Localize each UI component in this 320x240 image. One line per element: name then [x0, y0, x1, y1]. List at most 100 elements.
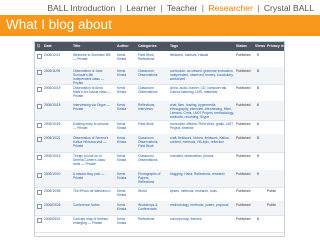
nav-separator: |	[160, 3, 163, 13]
row-status: Published	[236, 103, 251, 107]
row-checkbox[interactable]	[37, 123, 42, 128]
row-status: Published	[236, 203, 251, 207]
row-date: 2006/10/19	[44, 86, 61, 90]
row-author-link[interactable]: Kensi Kinsta	[117, 103, 133, 111]
table-row: 2006/10/25 Existing entry to schools — Pr…	[35, 120, 284, 135]
row-title-link[interactable]: Conference Notes	[73, 203, 112, 207]
row-views[interactable]: 8	[257, 217, 263, 221]
row-checkbox[interactable]	[37, 104, 42, 109]
row-status: Published	[236, 122, 251, 126]
row-date: 2006/12/21	[44, 53, 61, 57]
header-checkbox[interactable]: ☐	[37, 42, 40, 51]
row-views[interactable]: 8	[257, 86, 263, 90]
row-author-link[interactable]: Kensi Kinsta	[117, 172, 133, 180]
row-tags[interactable]: chat, files, hosting, hypermedia ethnogr…	[170, 103, 234, 119]
row-checkbox[interactable]	[37, 87, 42, 92]
row-views[interactable]: 8	[257, 69, 263, 73]
row-categories[interactable]: Classroom Observations	[138, 86, 165, 94]
table-row: 2006/10/19 Observation of Anna Mark's 3rd…	[35, 84, 284, 102]
row-checkbox[interactable]	[37, 54, 42, 59]
row-checkbox[interactable]	[37, 155, 42, 160]
posts-table: ☐ Date Title Author Categories Tags Stat…	[34, 41, 285, 237]
row-checkbox[interactable]	[37, 70, 42, 75]
row-status: Published	[236, 86, 251, 90]
row-privacy-level: Public	[267, 203, 276, 207]
row-tags[interactable]: Anna, audio, barrier, CD, computer lab, …	[170, 86, 234, 94]
row-author-link[interactable]: Kensi Kinsta	[117, 154, 133, 162]
row-checkbox[interactable]	[37, 218, 42, 223]
row-title-link[interactable]: The iPhoto de Washed-ru	[73, 189, 112, 193]
column-views[interactable]: Views	[255, 42, 265, 51]
row-status: Published	[236, 136, 251, 140]
row-title-link[interactable]: Things to look for in Serena Cohen's cla…	[73, 154, 112, 166]
row-categories[interactable]: Field Work, Reflections	[138, 53, 165, 61]
row-categories[interactable]: Field Work	[138, 122, 165, 126]
table-row: 2006/10/10 A mauka blog post — Private Ken…	[35, 170, 284, 188]
row-views[interactable]: 9	[257, 154, 263, 158]
nav-item-teacher[interactable]: Teacher	[167, 3, 198, 13]
row-author-link[interactable]: Kensi Kinsta	[117, 217, 133, 225]
row-author-link[interactable]: Kensi Kinsta	[117, 203, 133, 211]
row-title-link[interactable]: Observation of Serena's Kailua Hikouwa v…	[73, 136, 112, 148]
column-author[interactable]: Author	[117, 42, 129, 51]
table-row: 2006/09/26 Conference Notes Kensi Kinsta Wo…	[35, 201, 284, 216]
table-row: 2006/11/09 Observation of Jane Sunrade's …	[35, 67, 284, 85]
column-tags[interactable]: Tags	[170, 42, 178, 51]
row-tags[interactable]: methodology, methods, poster, proposal	[170, 203, 234, 207]
nav-item-researcher[interactable]: Researcher	[208, 3, 252, 13]
row-checkbox[interactable]	[37, 204, 42, 209]
column-title[interactable]: Title	[73, 42, 80, 51]
row-tags[interactable]: fieldwork, tutorials, Hawaii	[170, 53, 234, 57]
row-tags[interactable]: concept map, themes	[170, 217, 234, 221]
row-views[interactable]: 9	[257, 172, 263, 176]
row-author-link[interactable]: Kensi Kinsta	[117, 53, 133, 61]
row-author-link[interactable]: Kensi Kinsta	[117, 189, 133, 197]
row-categories[interactable]: Classroom Observations, Field Work	[138, 136, 165, 148]
row-categories[interactable]: Reflections, Interviews	[138, 103, 165, 111]
nav-item-intro[interactable]: BALL Introduction	[47, 3, 115, 13]
row-checkbox[interactable]	[37, 137, 42, 142]
row-title-link[interactable]: Observation of Jane Sunrade's 6th Indepe…	[73, 69, 112, 84]
row-checkbox[interactable]	[37, 190, 42, 195]
row-tags[interactable]: craft, fieldwork, Nohea, fieldwork, Kail…	[170, 136, 234, 144]
table-row: 2006/10/19 Things to look for in Serena C…	[35, 152, 284, 171]
row-title-link[interactable]: Concept map of themes emerging — Private	[73, 217, 112, 225]
row-categories[interactable]: Workshops & Conferences	[138, 203, 165, 211]
row-tags[interactable]: checklist, observation, photos	[170, 154, 234, 158]
row-title-link[interactable]: A mauka blog post — Private	[73, 172, 112, 180]
row-views[interactable]: 8	[257, 136, 263, 140]
row-checkbox[interactable]	[37, 173, 42, 178]
row-categories[interactable]: Reflections	[138, 217, 165, 221]
row-categories[interactable]: World	[138, 189, 165, 193]
row-author-link[interactable]: Kensi Kinsta	[117, 86, 133, 94]
row-date: 2006/09/26	[44, 203, 61, 207]
nav-item-learner[interactable]: Learner	[126, 3, 156, 13]
row-categories[interactable]: Classroom Observations	[138, 154, 165, 162]
row-tags[interactable]: blogging, Hana, Reflections, research	[170, 172, 234, 176]
row-title-link[interactable]: Interviewing via Skype — Private	[73, 103, 112, 111]
row-categories[interactable]: Classroom Observations	[138, 69, 165, 77]
row-author-link[interactable]: Kensi Kinsta	[117, 136, 133, 144]
column-privacy-level[interactable]: Privacy level	[267, 42, 284, 51]
row-tags[interactable]: curriculum officers, Field Work, goals, …	[170, 122, 234, 130]
row-title-link[interactable]: Existing entry to schools — Private	[73, 122, 112, 130]
row-title-link[interactable]: Observation of Anna Mark's 3rd Kailua cl…	[73, 86, 112, 98]
row-views[interactable]: 6	[257, 103, 263, 107]
column-categories[interactable]: Categories	[138, 42, 157, 51]
row-tags[interactable]: curriculum, as viewed, grammar instructi…	[170, 69, 234, 81]
row-title-link[interactable]: Welcome to Sunshine Bill — Private	[73, 53, 112, 61]
column-status[interactable]: Status	[236, 42, 247, 51]
row-views[interactable]: 9	[257, 53, 263, 57]
row-status: Published	[236, 69, 251, 73]
row-date: 2006/11/09	[44, 69, 61, 73]
nav-item-crystal-ball[interactable]: Crystal BALL	[264, 3, 314, 13]
row-author-link[interactable]: Kensi Kinsta	[117, 69, 133, 77]
top-navigation: BALL Introduction | Learner | Teacher | …	[47, 3, 314, 13]
row-author-link[interactable]: Kensi Kinsta	[117, 122, 133, 130]
column-date[interactable]: Date	[44, 42, 52, 51]
table-row: 2006/10/05 The iPhoto de Washed-ru Kensi K…	[35, 187, 284, 202]
row-categories[interactable]: Photographs of Papers, Reflections	[138, 172, 165, 184]
row-tags[interactable]: iphoto, methods, research, tools	[170, 189, 234, 193]
row-status: Published	[236, 217, 251, 221]
row-views[interactable]: 6	[257, 122, 263, 126]
